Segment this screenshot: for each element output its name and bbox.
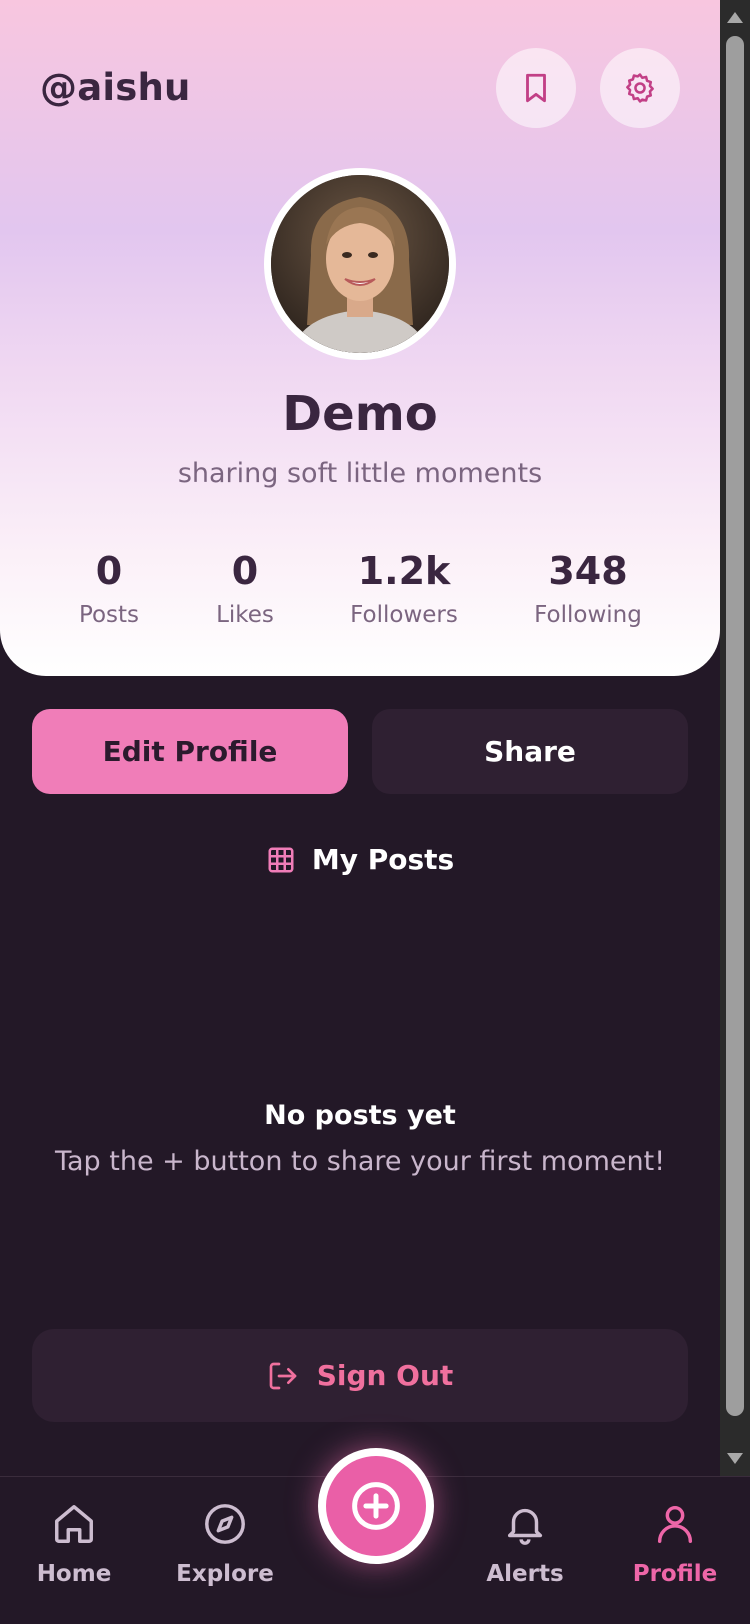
sign-out-label: Sign Out xyxy=(316,1359,454,1392)
create-post-button[interactable] xyxy=(318,1448,434,1564)
empty-state-title: No posts yet xyxy=(264,1100,456,1131)
my-posts-header: My Posts xyxy=(0,843,720,876)
edit-profile-button[interactable]: Edit Profile xyxy=(32,709,348,794)
fab-inner xyxy=(326,1456,426,1556)
scroll-thumb[interactable] xyxy=(726,36,744,1416)
stat-label: Following xyxy=(534,602,642,628)
bell-icon xyxy=(507,1508,543,1545)
grid-icon xyxy=(268,847,294,872)
nav-label: Alerts xyxy=(486,1561,564,1587)
stat-value: 0 xyxy=(231,549,259,593)
stat-label: Likes xyxy=(216,602,274,628)
compass-icon xyxy=(205,1504,245,1544)
my-posts-title: My Posts xyxy=(311,843,455,876)
stat-following[interactable]: 348 Following xyxy=(508,548,668,628)
gear-icon xyxy=(626,73,654,103)
home-icon xyxy=(55,1505,93,1543)
plus-circle-icon xyxy=(352,1482,400,1530)
avatar-photo xyxy=(271,175,449,353)
empty-state-subtitle: Tap the + button to share your first mom… xyxy=(54,1146,666,1177)
nav-label: Profile xyxy=(632,1561,718,1587)
bookmark-icon xyxy=(526,73,546,103)
stat-label: Followers xyxy=(350,602,458,628)
nav-alerts[interactable]: Alerts xyxy=(465,1501,585,1587)
profile-screen: @aishu Demo sharing soft little moments … xyxy=(0,0,750,1624)
profile-bio: sharing soft little moments xyxy=(177,458,543,489)
stat-followers[interactable]: 1.2k Followers xyxy=(324,548,484,628)
nav-label: Explore xyxy=(176,1561,274,1587)
display-name: Demo xyxy=(282,386,438,442)
scroll-up-arrow[interactable] xyxy=(727,12,743,23)
stat-value: 1.2k xyxy=(357,549,451,593)
scroll-content: @aishu Demo sharing soft little moments … xyxy=(0,0,720,1476)
username: @aishu xyxy=(40,66,191,109)
sign-out-button[interactable]: Sign Out xyxy=(32,1329,688,1422)
logout-icon xyxy=(269,1362,297,1389)
settings-button[interactable] xyxy=(600,48,680,128)
nav-home[interactable]: Home xyxy=(14,1501,134,1587)
share-button[interactable]: Share xyxy=(372,709,688,794)
user-icon xyxy=(657,1505,693,1543)
profile-header-card: @aishu Demo sharing soft little moments … xyxy=(0,0,720,676)
avatar[interactable] xyxy=(264,168,456,360)
bookmark-button[interactable] xyxy=(496,48,576,128)
nav-explore[interactable]: Explore xyxy=(165,1501,285,1587)
scrollbar[interactable] xyxy=(720,0,750,1476)
nav-label: Home xyxy=(36,1561,112,1587)
scroll-down-arrow[interactable] xyxy=(727,1453,743,1464)
nav-profile[interactable]: Profile xyxy=(615,1501,735,1587)
stat-likes[interactable]: 0 Likes xyxy=(165,548,325,628)
stat-value: 348 xyxy=(548,549,628,593)
